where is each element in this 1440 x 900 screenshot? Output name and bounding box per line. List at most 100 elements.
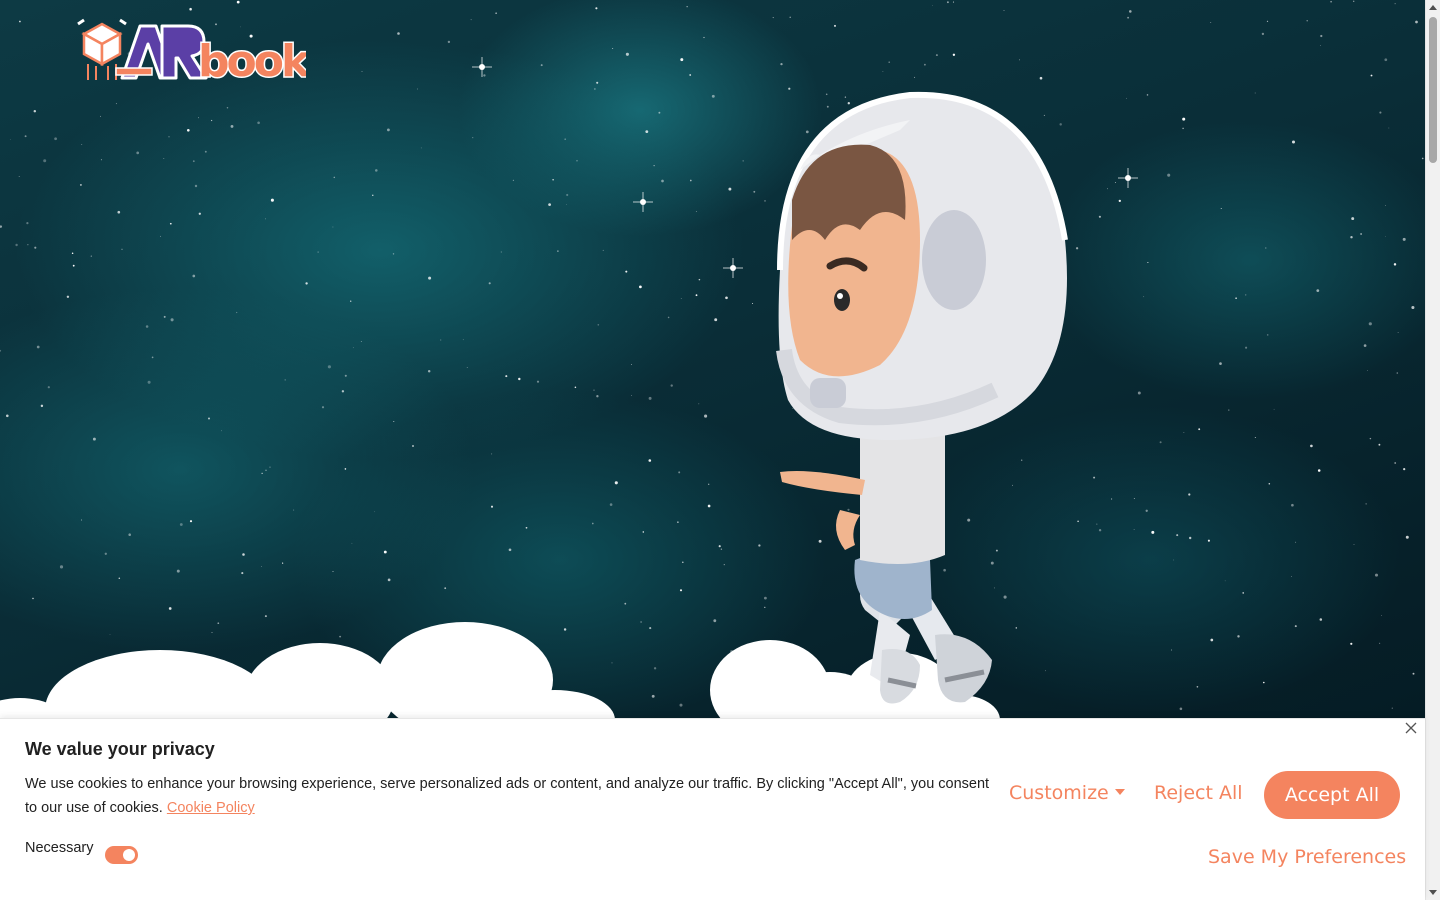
arbook-logo[interactable]: book: [76, 18, 306, 90]
star: [595, 7, 598, 10]
star: [1320, 44, 1321, 46]
star: [305, 282, 308, 285]
star: [344, 374, 347, 377]
star: [680, 58, 684, 62]
vertical-scrollbar[interactable]: [1425, 0, 1440, 900]
star: [344, 468, 347, 470]
star: [1403, 468, 1406, 471]
star: [1224, 580, 1226, 582]
necessary-toggle[interactable]: [105, 846, 138, 864]
star: [566, 193, 569, 197]
star: [714, 318, 718, 322]
star: [625, 270, 628, 273]
star: [1374, 573, 1379, 577]
star: [36, 345, 40, 349]
star: [508, 548, 512, 552]
star: [1245, 294, 1247, 296]
star: [1145, 509, 1148, 512]
star: [488, 282, 491, 285]
star: [192, 160, 195, 163]
cookie-policy-link[interactable]: Cookie Policy: [167, 800, 255, 816]
star: [718, 545, 721, 548]
toggle-knob: [123, 849, 135, 861]
star: [1394, 462, 1397, 464]
star: [490, 505, 494, 508]
accept-all-button[interactable]: Accept All: [1264, 771, 1400, 819]
star: [43, 159, 47, 163]
star: [151, 356, 154, 359]
star: [1317, 469, 1321, 472]
star: [466, 367, 468, 368]
star: [351, 542, 353, 544]
star: [952, 53, 956, 56]
star: [1363, 344, 1367, 347]
star: [725, 296, 728, 300]
star: [470, 19, 472, 21]
star: [639, 285, 642, 289]
close-icon[interactable]: [1404, 721, 1418, 735]
star: [19, 20, 21, 23]
star: [192, 274, 196, 278]
star: [707, 504, 711, 508]
star: [609, 503, 613, 506]
star: [1396, 372, 1399, 374]
star: [417, 88, 418, 90]
star: [33, 109, 37, 113]
star: [500, 251, 502, 253]
scroll-thumb[interactable]: [1429, 17, 1437, 163]
star: [642, 531, 645, 533]
star: [1111, 498, 1113, 500]
star: [525, 526, 528, 529]
star: [625, 52, 629, 56]
star: [704, 414, 708, 418]
star: [387, 128, 390, 132]
star: [34, 246, 37, 249]
star: [689, 74, 692, 76]
customize-button[interactable]: Customize: [1009, 782, 1125, 804]
star: [1182, 127, 1184, 130]
bright-star: [472, 57, 492, 77]
star: [946, 1, 949, 4]
star: [1127, 16, 1130, 19]
star: [411, 444, 415, 448]
star: [145, 325, 149, 328]
star: [720, 548, 723, 550]
star: [1098, 529, 1102, 532]
star: [360, 340, 362, 342]
star: [772, 17, 774, 19]
star: [648, 459, 652, 462]
scroll-up-arrow-icon[interactable]: [1429, 5, 1437, 10]
star: [882, 71, 884, 73]
star: [163, 315, 166, 318]
star: [703, 36, 705, 39]
scroll-down-arrow-icon[interactable]: [1429, 890, 1437, 895]
necessary-label: Necessary: [25, 840, 94, 856]
star: [1146, 94, 1149, 96]
reject-all-button[interactable]: Reject All: [1154, 782, 1243, 804]
star: [147, 380, 151, 384]
star: [428, 276, 432, 280]
star: [1397, 332, 1399, 333]
star: [678, 471, 681, 474]
star: [1384, 58, 1388, 62]
star: [576, 159, 578, 162]
star: [540, 64, 543, 67]
star: [236, 311, 238, 314]
star: [698, 403, 700, 405]
star: [1266, 20, 1269, 23]
star: [375, 169, 378, 172]
star: [679, 589, 683, 592]
star: [472, 137, 474, 139]
star: [1366, 370, 1368, 371]
star: [81, 519, 83, 521]
star: [658, 111, 661, 114]
star: [1182, 117, 1186, 121]
star: [1098, 215, 1101, 218]
star: [708, 483, 710, 485]
bright-star: [723, 258, 743, 278]
star: [670, 384, 673, 387]
save-preferences-button[interactable]: Save My Preferences: [1208, 846, 1406, 868]
star: [383, 550, 387, 554]
star: [189, 7, 192, 11]
star: [257, 121, 260, 125]
